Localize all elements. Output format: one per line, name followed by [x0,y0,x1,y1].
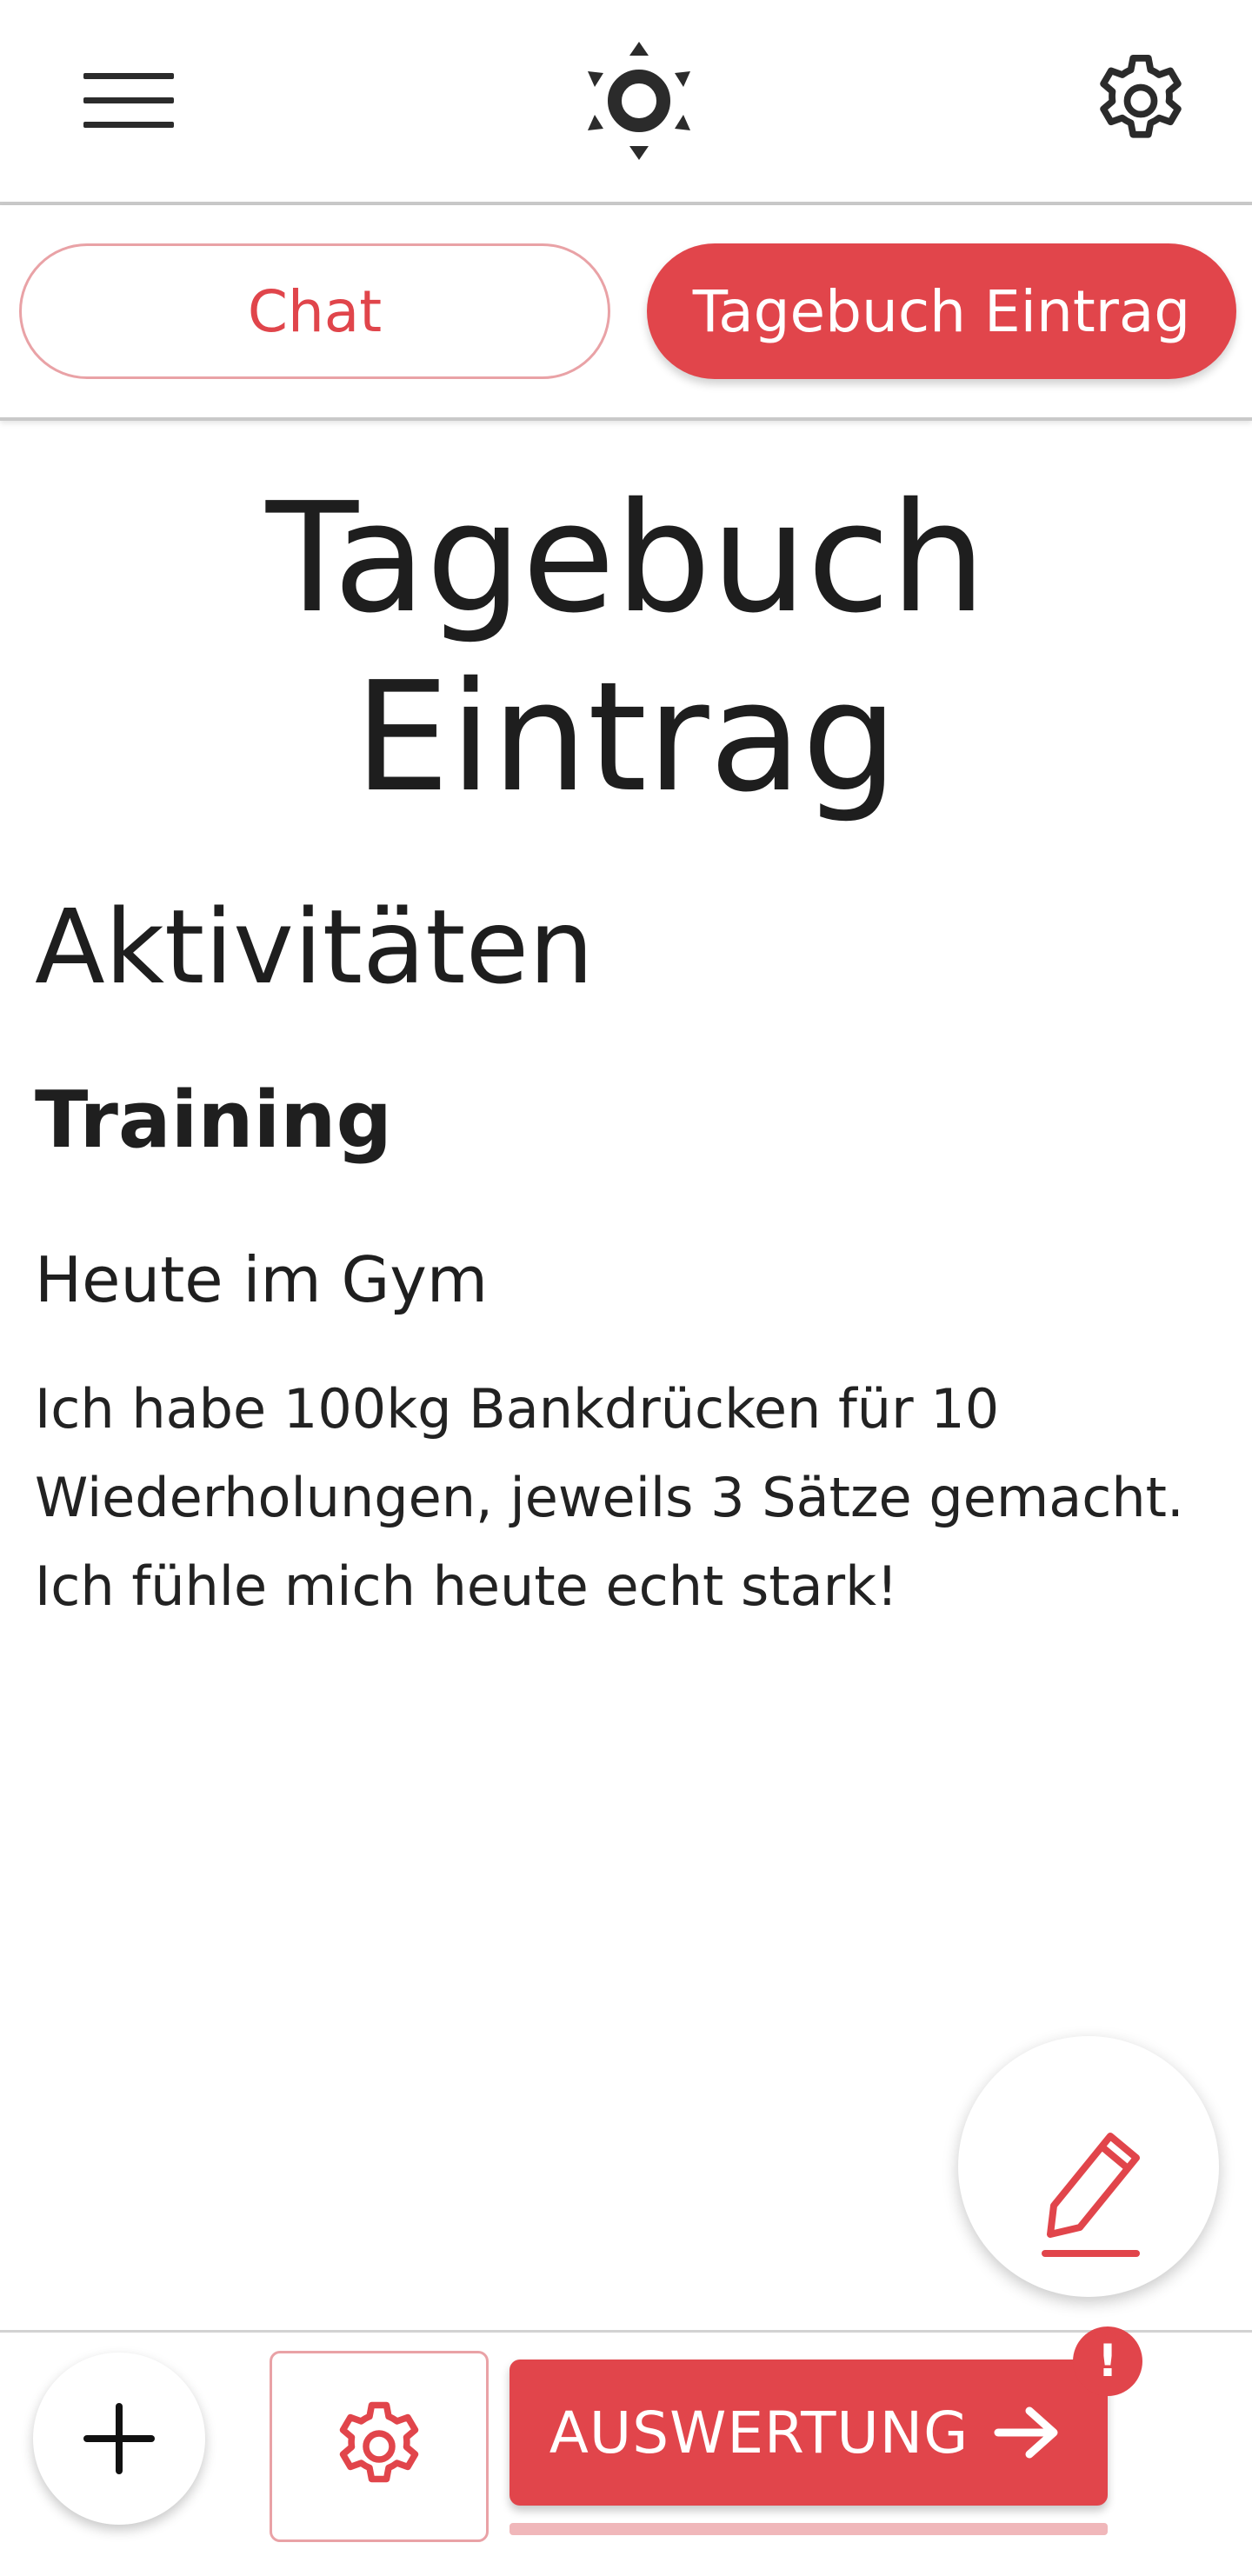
subsection-title: Training [35,1075,392,1166]
evaluate-label: AUSWERTUNG [549,2399,969,2466]
tab-tagebuch-eintrag[interactable]: Tagebuch Eintrag [647,243,1236,379]
plus-icon [83,2403,155,2474]
evaluate-button[interactable]: AUSWERTUNG [509,2360,1108,2506]
settings-gear-icon[interactable] [1087,47,1195,155]
segmented-tabs: Chat Tagebuch Eintrag [0,205,1252,421]
sun-logo-icon [583,42,696,160]
add-button[interactable] [33,2353,205,2525]
page-title: Tagebuch Eintrag [265,470,987,826]
tab-chat[interactable]: Chat [19,243,610,379]
evaluate-underline [509,2523,1108,2535]
alert-badge: ! [1073,2326,1142,2396]
edit-fab-button[interactable] [958,2036,1219,2297]
hamburger-menu-icon[interactable] [83,66,179,136]
entry-title: Heute im Gym [35,1243,489,1316]
entry-text: Ich habe 100kg Bankdrücken für 10 Wieder… [35,1377,1184,1618]
section-title: Aktivitäten [35,887,594,1007]
gear-icon [339,2401,419,2483]
settings-button[interactable] [270,2351,489,2542]
pencil-icon [1042,2133,1140,2257]
arrow-right-icon [994,2406,1058,2459]
